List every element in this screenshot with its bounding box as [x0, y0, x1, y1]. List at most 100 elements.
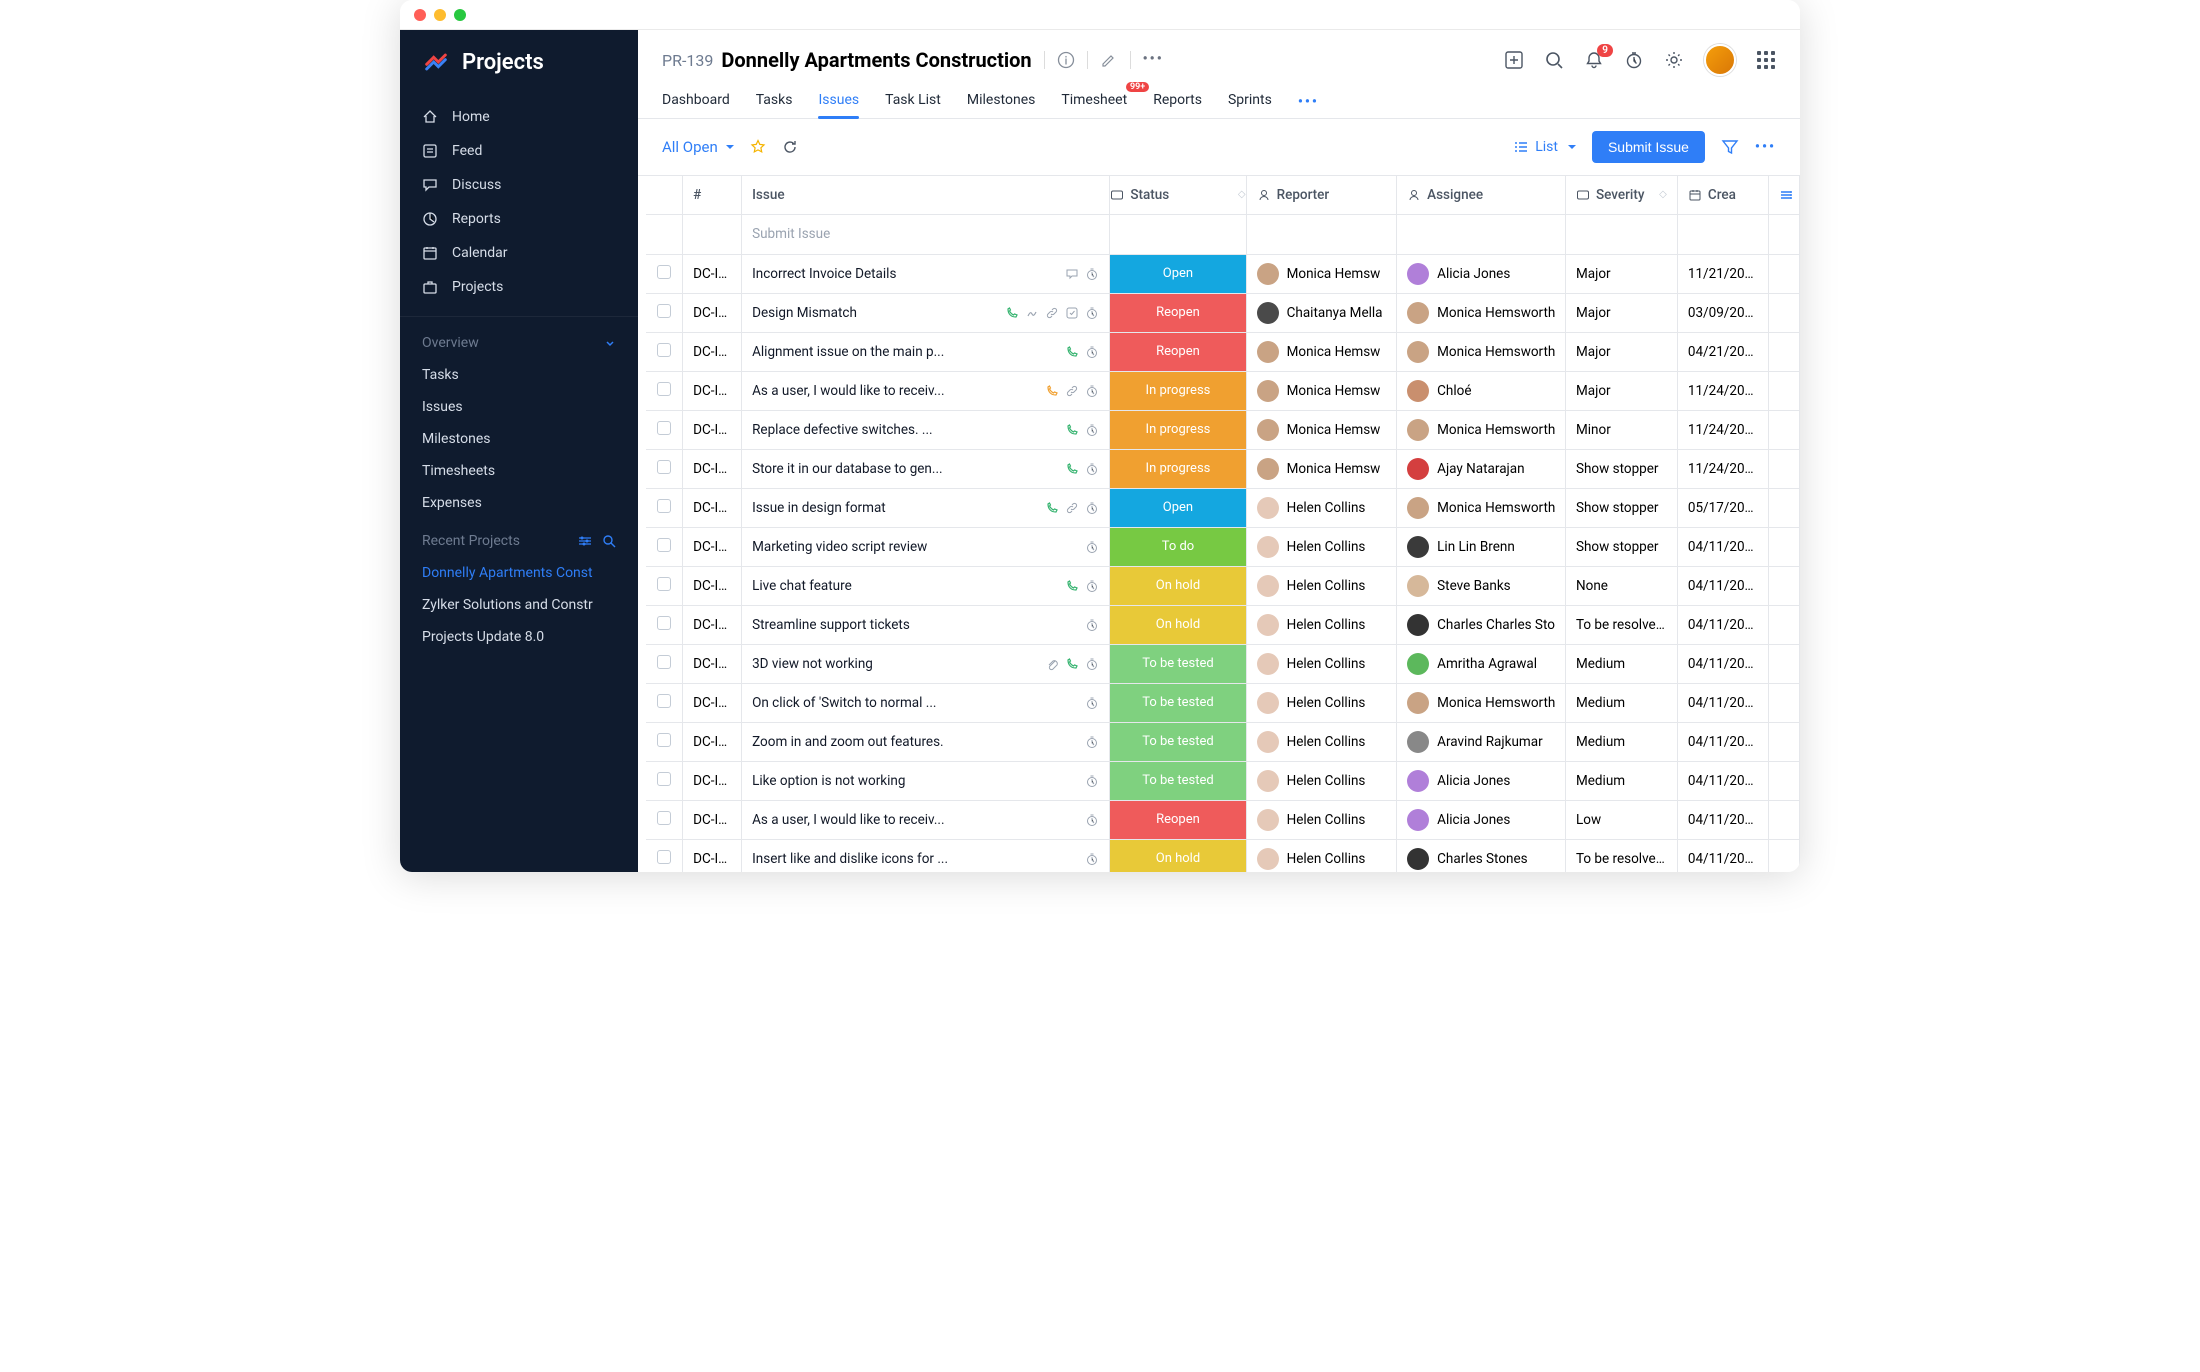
table-row[interactable]: DC-I68As a user, I would like to receiv.… [646, 371, 1800, 410]
status-badge[interactable]: To do [1110, 528, 1245, 566]
row-checkbox[interactable] [657, 304, 671, 318]
row-checkbox[interactable] [657, 694, 671, 708]
issue-title[interactable]: Zoom in and zoom out features. [752, 734, 1079, 750]
row-action-icons[interactable] [1065, 423, 1099, 437]
status-badge[interactable]: Reopen [1110, 801, 1245, 839]
row-checkbox[interactable] [657, 538, 671, 552]
tab-tasks[interactable]: Tasks [756, 86, 793, 118]
nav-discuss[interactable]: Discuss [400, 168, 638, 202]
row-action-icons[interactable] [1065, 345, 1099, 359]
search-icon[interactable] [1544, 50, 1564, 70]
row-action-icons[interactable] [1005, 306, 1099, 320]
apps-grid-icon[interactable] [1756, 50, 1776, 70]
toolbar-more-icon[interactable]: ••• [1755, 139, 1776, 155]
submit-issue-inline[interactable]: Submit Issue [752, 226, 830, 242]
table-row[interactable]: DC-I51As a user, I would like to receiv.… [646, 800, 1800, 839]
col-assignee[interactable]: Assignee [1397, 176, 1566, 214]
overview-section[interactable]: Overview [400, 323, 638, 359]
row-action-icons[interactable] [1085, 618, 1099, 632]
table-row[interactable]: DC-I52Like option is not workingTo be te… [646, 761, 1800, 800]
row-action-icons[interactable] [1085, 813, 1099, 827]
col-severity[interactable]: Severity◇ [1565, 176, 1677, 214]
row-checkbox[interactable] [657, 265, 671, 279]
timer-icon[interactable] [1624, 50, 1644, 70]
filter-dropdown[interactable]: All Open [662, 138, 734, 156]
status-badge[interactable]: To be tested [1110, 762, 1245, 800]
tab-milestones[interactable]: Milestones [967, 86, 1036, 118]
nav-reports[interactable]: Reports [400, 202, 638, 236]
status-badge[interactable]: To be tested [1110, 723, 1245, 761]
issue-title[interactable]: On click of 'Switch to normal ... [752, 695, 1079, 711]
issue-title[interactable]: Alignment issue on the main p... [752, 344, 1059, 360]
row-checkbox[interactable] [657, 343, 671, 357]
tab-timesheet[interactable]: Timesheet99+ [1061, 86, 1127, 118]
row-checkbox[interactable] [657, 616, 671, 630]
edit-icon[interactable] [1100, 51, 1118, 69]
issue-title[interactable]: Insert like and dislike icons for ... [752, 851, 1079, 867]
status-badge[interactable]: Reopen [1110, 333, 1245, 371]
status-badge[interactable]: In progress [1110, 450, 1245, 488]
add-icon[interactable] [1504, 50, 1524, 70]
row-checkbox[interactable] [657, 421, 671, 435]
refresh-icon[interactable] [782, 139, 798, 155]
status-badge[interactable]: Open [1110, 489, 1245, 527]
tab-task-list[interactable]: Task List [885, 86, 941, 118]
recent-project-item[interactable]: Projects Update 8.0 [400, 621, 638, 653]
nav-calendar[interactable]: Calendar [400, 236, 638, 270]
col-settings[interactable] [1769, 176, 1800, 214]
table-row[interactable]: DC-I61Marketing video script reviewTo do… [646, 527, 1800, 566]
issue-title[interactable]: Streamline support tickets [752, 617, 1079, 633]
more-icon[interactable]: ••• [1143, 51, 1161, 69]
col-created[interactable]: Crea [1677, 176, 1769, 214]
view-selector[interactable]: List [1513, 139, 1576, 155]
tabs-more-icon[interactable]: ••• [1298, 94, 1319, 110]
info-icon[interactable] [1057, 51, 1075, 69]
subnav-expenses[interactable]: Expenses [400, 487, 638, 519]
row-checkbox[interactable] [657, 811, 671, 825]
row-action-icons[interactable] [1085, 540, 1099, 554]
row-action-icons[interactable] [1085, 774, 1099, 788]
issue-title[interactable]: Issue in design format [752, 500, 1039, 516]
settings-icon[interactable] [1664, 50, 1684, 70]
tab-issues[interactable]: Issues [818, 86, 859, 118]
table-row[interactable]: DC-I53Zoom in and zoom out features.To b… [646, 722, 1800, 761]
table-row[interactable]: DC-I58Streamline support ticketsOn holdH… [646, 605, 1800, 644]
nav-projects[interactable]: Projects [400, 270, 638, 304]
status-badge[interactable]: To be tested [1110, 684, 1245, 722]
row-checkbox[interactable] [657, 460, 671, 474]
table-row[interactable]: DC-I54On click of 'Switch to normal ...T… [646, 683, 1800, 722]
tab-sprints[interactable]: Sprints [1228, 86, 1272, 118]
col-status[interactable]: Status◇ [1110, 176, 1246, 214]
status-badge[interactable]: On hold [1110, 606, 1245, 644]
nav-home[interactable]: Home [400, 100, 638, 134]
subnav-issues[interactable]: Issues [400, 391, 638, 423]
recent-settings-icon[interactable] [578, 534, 592, 548]
row-action-icons[interactable] [1065, 462, 1099, 476]
issue-title[interactable]: Live chat feature [752, 578, 1059, 594]
row-checkbox[interactable] [657, 499, 671, 513]
issue-title[interactable]: 3D view not working [752, 656, 1039, 672]
col-reporter[interactable]: Reporter [1246, 176, 1397, 214]
favorite-icon[interactable] [750, 139, 766, 155]
row-checkbox[interactable] [657, 733, 671, 747]
table-row[interactable]: DC-I553D view not workingTo be testedHel… [646, 644, 1800, 683]
table-row[interactable]: DC-I59Live chat featureOn holdHelen Coll… [646, 566, 1800, 605]
recent-search-icon[interactable] [602, 534, 616, 548]
row-checkbox[interactable] [657, 655, 671, 669]
close-window[interactable] [414, 9, 426, 21]
issue-title[interactable]: As a user, I would like to receiv... [752, 812, 1079, 828]
table-row[interactable]: DC-I50Insert like and dislike icons for … [646, 839, 1800, 872]
row-checkbox[interactable] [657, 382, 671, 396]
row-checkbox[interactable] [657, 850, 671, 864]
row-action-icons[interactable] [1085, 852, 1099, 866]
row-action-icons[interactable] [1065, 267, 1099, 281]
issue-title[interactable]: Design Mismatch [752, 305, 999, 321]
table-row[interactable]: DC-I93Incorrect Invoice DetailsOpenMonic… [646, 254, 1800, 293]
row-action-icons[interactable] [1045, 657, 1099, 671]
submit-issue-button[interactable]: Submit Issue [1592, 131, 1705, 163]
user-avatar[interactable] [1704, 44, 1736, 76]
tab-dashboard[interactable]: Dashboard [662, 86, 730, 118]
row-action-icons[interactable] [1085, 696, 1099, 710]
row-action-icons[interactable] [1045, 384, 1099, 398]
issue-title[interactable]: Marketing video script review [752, 539, 1079, 555]
